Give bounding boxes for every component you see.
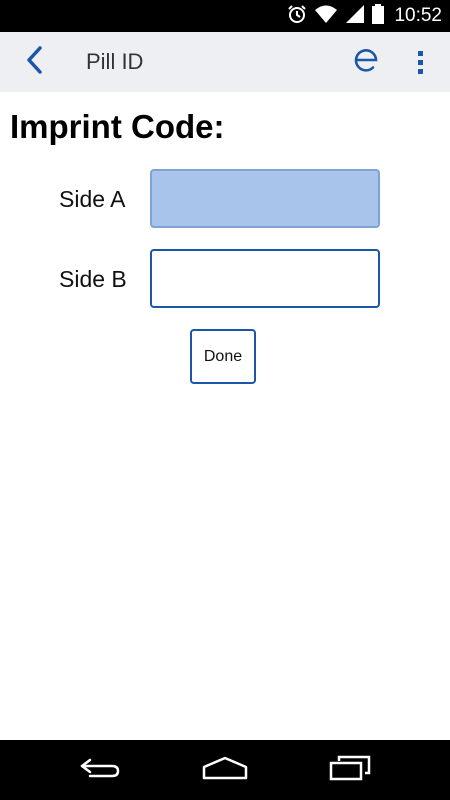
e-button[interactable] (346, 40, 386, 84)
side-b-input[interactable] (150, 249, 380, 308)
nav-home-button[interactable] (195, 750, 255, 790)
signal-icon (344, 3, 366, 30)
nav-back-button[interactable] (70, 750, 130, 790)
side-b-label: Side B (59, 266, 127, 292)
screen: 10:52 Pill ID Imprint Code: Side A Side … (0, 0, 450, 800)
status-icons: 10:52 (286, 0, 442, 32)
home-icon (201, 755, 249, 786)
overflow-menu-button[interactable] (404, 42, 436, 82)
side-a-input[interactable] (150, 169, 380, 228)
chevron-left-icon (24, 45, 44, 80)
side-a-label: Side A (59, 186, 126, 212)
recents-icon (327, 755, 373, 786)
status-bar: 10:52 (0, 0, 450, 32)
back-icon (78, 756, 122, 785)
action-bar: Pill ID (0, 32, 450, 92)
overflow-menu-dot (417, 68, 423, 74)
status-time: 10:52 (394, 5, 442, 26)
alarm-icon (286, 3, 308, 30)
imprint-code-heading: Imprint Code: (10, 108, 225, 145)
overflow-menu-dot (417, 59, 423, 65)
back-button[interactable] (14, 44, 54, 80)
nav-recents-button[interactable] (320, 750, 380, 790)
wifi-icon (314, 3, 338, 30)
overflow-menu-icon (417, 50, 423, 56)
app-title: Pill ID (86, 49, 144, 74)
done-button[interactable]: Done (190, 329, 256, 384)
e-logo-icon (352, 46, 380, 79)
battery-icon (372, 3, 385, 30)
navigation-bar (0, 740, 450, 800)
